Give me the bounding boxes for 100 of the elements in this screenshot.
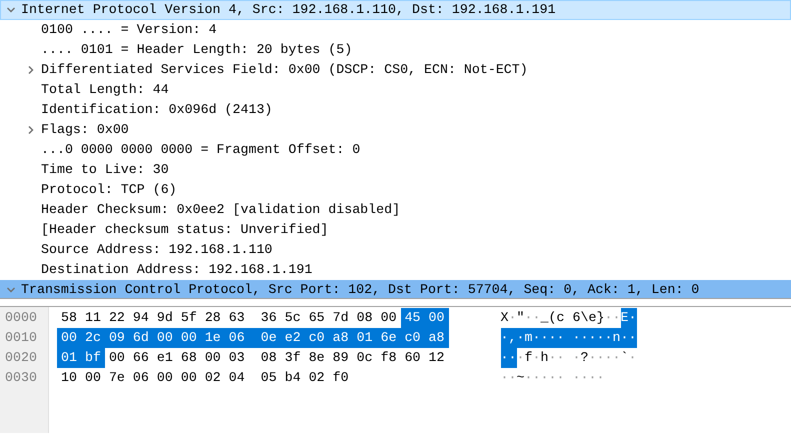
tree-row[interactable]: Header Checksum: 0x0ee2 [validation disabled] <box>0 200 791 220</box>
hex-byte[interactable]: 05 <box>256 368 281 388</box>
hex-byte[interactable]: 68 <box>176 348 201 368</box>
hex-byte[interactable]: 8e <box>304 348 329 368</box>
ascii-char[interactable]: ` <box>620 348 628 368</box>
tree-row[interactable]: Differentiated Services Field: 0x00 (DSCP: CS0, ECN: Not-ECT) <box>0 60 791 80</box>
tree-row[interactable]: ...0 0000 0000 0000 = Fragment Offset: 0 <box>0 140 791 160</box>
ascii-char[interactable]: ~ <box>516 368 524 388</box>
hex-byte[interactable]: 00 <box>152 368 177 388</box>
hex-byte[interactable]: 36 <box>256 308 281 328</box>
hex-byte[interactable]: 5c <box>280 308 305 328</box>
tree-row[interactable]: Time to Live: 30 <box>0 160 791 180</box>
hex-byte[interactable]: 00 <box>424 308 448 328</box>
tree-row[interactable]: Flags: 0x00 <box>0 120 791 140</box>
hex-byte[interactable]: a8 <box>424 328 448 348</box>
tree-label: Protocol: TCP (6) <box>41 181 177 200</box>
ascii-char[interactable]: E <box>620 308 628 328</box>
hex-byte[interactable]: 89 <box>328 348 353 368</box>
hex-byte[interactable]: 60 <box>400 348 425 368</box>
hex-byte[interactable]: 06 <box>224 328 249 348</box>
hex-byte[interactable]: c0 <box>400 328 425 348</box>
hex-byte[interactable]: 65 <box>304 308 329 328</box>
ascii-char[interactable]: " <box>516 308 524 328</box>
hex-byte[interactable]: 28 <box>200 308 225 328</box>
ascii-char[interactable]: c <box>556 308 564 328</box>
hex-byte[interactable]: 01 <box>57 348 81 368</box>
ascii-char[interactable]: ? <box>580 348 588 368</box>
tree-row[interactable]: Total Length: 44 <box>0 80 791 100</box>
tree-row[interactable]: Internet Protocol Version 4, Src: 192.168.1.110, Dst: 192.168.1.191 <box>0 0 791 20</box>
hex-byte[interactable]: 00 <box>80 368 105 388</box>
expand-icon[interactable] <box>26 125 36 135</box>
expand-icon[interactable] <box>26 65 36 75</box>
hex-byte[interactable]: 09 <box>104 328 129 348</box>
collapse-icon[interactable] <box>6 5 16 15</box>
tree-row[interactable]: Identification: 0x096d (2413) <box>0 100 791 120</box>
hex-byte[interactable]: 01 <box>352 328 377 348</box>
hex-byte[interactable]: 6e <box>376 328 401 348</box>
hex-byte[interactable]: 00 <box>200 348 225 368</box>
hex-byte[interactable]: 45 <box>400 308 425 328</box>
hex-byte[interactable]: 00 <box>376 308 401 328</box>
ascii-char[interactable]: } <box>596 308 604 328</box>
hex-byte[interactable]: 2c <box>80 328 105 348</box>
hex-byte[interactable]: 02 <box>200 368 225 388</box>
hex-byte[interactable]: 7e <box>104 368 129 388</box>
hex-byte[interactable]: f0 <box>328 368 353 388</box>
ascii-char[interactable]: · <box>500 328 508 348</box>
tree-row[interactable]: Source Address: 192.168.1.110 <box>0 240 791 260</box>
offset-label: 0010 <box>4 329 38 347</box>
hex-byte[interactable]: 3f <box>280 348 305 368</box>
hex-byte[interactable]: 08 <box>352 308 377 328</box>
ascii-char[interactable]: \ <box>580 308 588 328</box>
hex-byte[interactable]: 0c <box>352 348 377 368</box>
hex-byte[interactable]: 7d <box>328 308 353 328</box>
tree-row[interactable]: [Header checksum status: Unverified] <box>0 220 791 240</box>
hex-byte[interactable]: 9d <box>152 308 177 328</box>
hex-byte[interactable]: 12 <box>424 348 448 368</box>
hex-byte[interactable]: 00 <box>57 328 81 348</box>
hex-byte[interactable]: 08 <box>256 348 281 368</box>
ascii-char[interactable]: ( <box>548 308 556 328</box>
ascii-char[interactable]: e <box>588 308 596 328</box>
hex-byte[interactable]: 00 <box>104 348 129 368</box>
tree-label: Total Length: 44 <box>41 81 169 100</box>
hex-byte[interactable]: 06 <box>128 368 153 388</box>
ascii-char[interactable]: · <box>500 348 508 368</box>
tree-row[interactable]: Destination Address: 192.168.1.191 <box>0 260 791 280</box>
tree-row[interactable]: 0100 .... = Version: 4 <box>0 20 791 40</box>
hex-byte[interactable]: 00 <box>176 368 201 388</box>
tree-row[interactable]: Protocol: TCP (6) <box>0 180 791 200</box>
tree-label: Flags: 0x00 <box>41 121 129 140</box>
ascii-char[interactable]: X <box>500 308 508 328</box>
hex-byte[interactable]: e1 <box>152 348 177 368</box>
hex-byte[interactable]: 63 <box>224 308 249 328</box>
ascii-char[interactable]: f <box>524 348 532 368</box>
hex-byte[interactable]: b4 <box>280 368 305 388</box>
hex-byte[interactable]: 11 <box>80 308 105 328</box>
hex-byte[interactable]: c0 <box>304 328 329 348</box>
hex-byte[interactable]: 5f <box>176 308 201 328</box>
hex-byte[interactable]: 02 <box>304 368 329 388</box>
hex-byte[interactable]: 94 <box>128 308 153 328</box>
hex-byte[interactable]: 66 <box>128 348 153 368</box>
tree-row[interactable]: Transmission Control Protocol, Src Port: 102, Dst Port: 57704, Seq: 0, Ack: 1, Len: 0 <box>0 280 791 298</box>
hex-byte[interactable]: 58 <box>57 308 81 328</box>
hex-byte[interactable]: a8 <box>328 328 353 348</box>
hex-byte[interactable]: 04 <box>224 368 249 388</box>
hex-byte[interactable]: 1e <box>200 328 225 348</box>
hex-byte[interactable]: f8 <box>376 348 401 368</box>
ascii-char[interactable]: h <box>540 348 548 368</box>
hex-byte[interactable]: 10 <box>57 368 81 388</box>
tree-row[interactable]: .... 0101 = Header Length: 20 bytes (5) <box>0 40 791 60</box>
hex-byte[interactable]: 6d <box>128 328 153 348</box>
ascii-char[interactable]: 6 <box>572 308 580 328</box>
hex-byte[interactable]: e2 <box>280 328 305 348</box>
hex-byte[interactable]: 0e <box>248 328 281 348</box>
hex-byte[interactable]: 00 <box>152 328 177 348</box>
ascii-char[interactable]: _ <box>540 308 548 328</box>
hex-byte[interactable]: bf <box>80 348 105 368</box>
hex-byte[interactable]: 03 <box>224 348 249 368</box>
hex-byte[interactable]: 22 <box>104 308 129 328</box>
hex-byte[interactable]: 00 <box>176 328 201 348</box>
ascii-char[interactable]: · <box>564 328 580 348</box>
